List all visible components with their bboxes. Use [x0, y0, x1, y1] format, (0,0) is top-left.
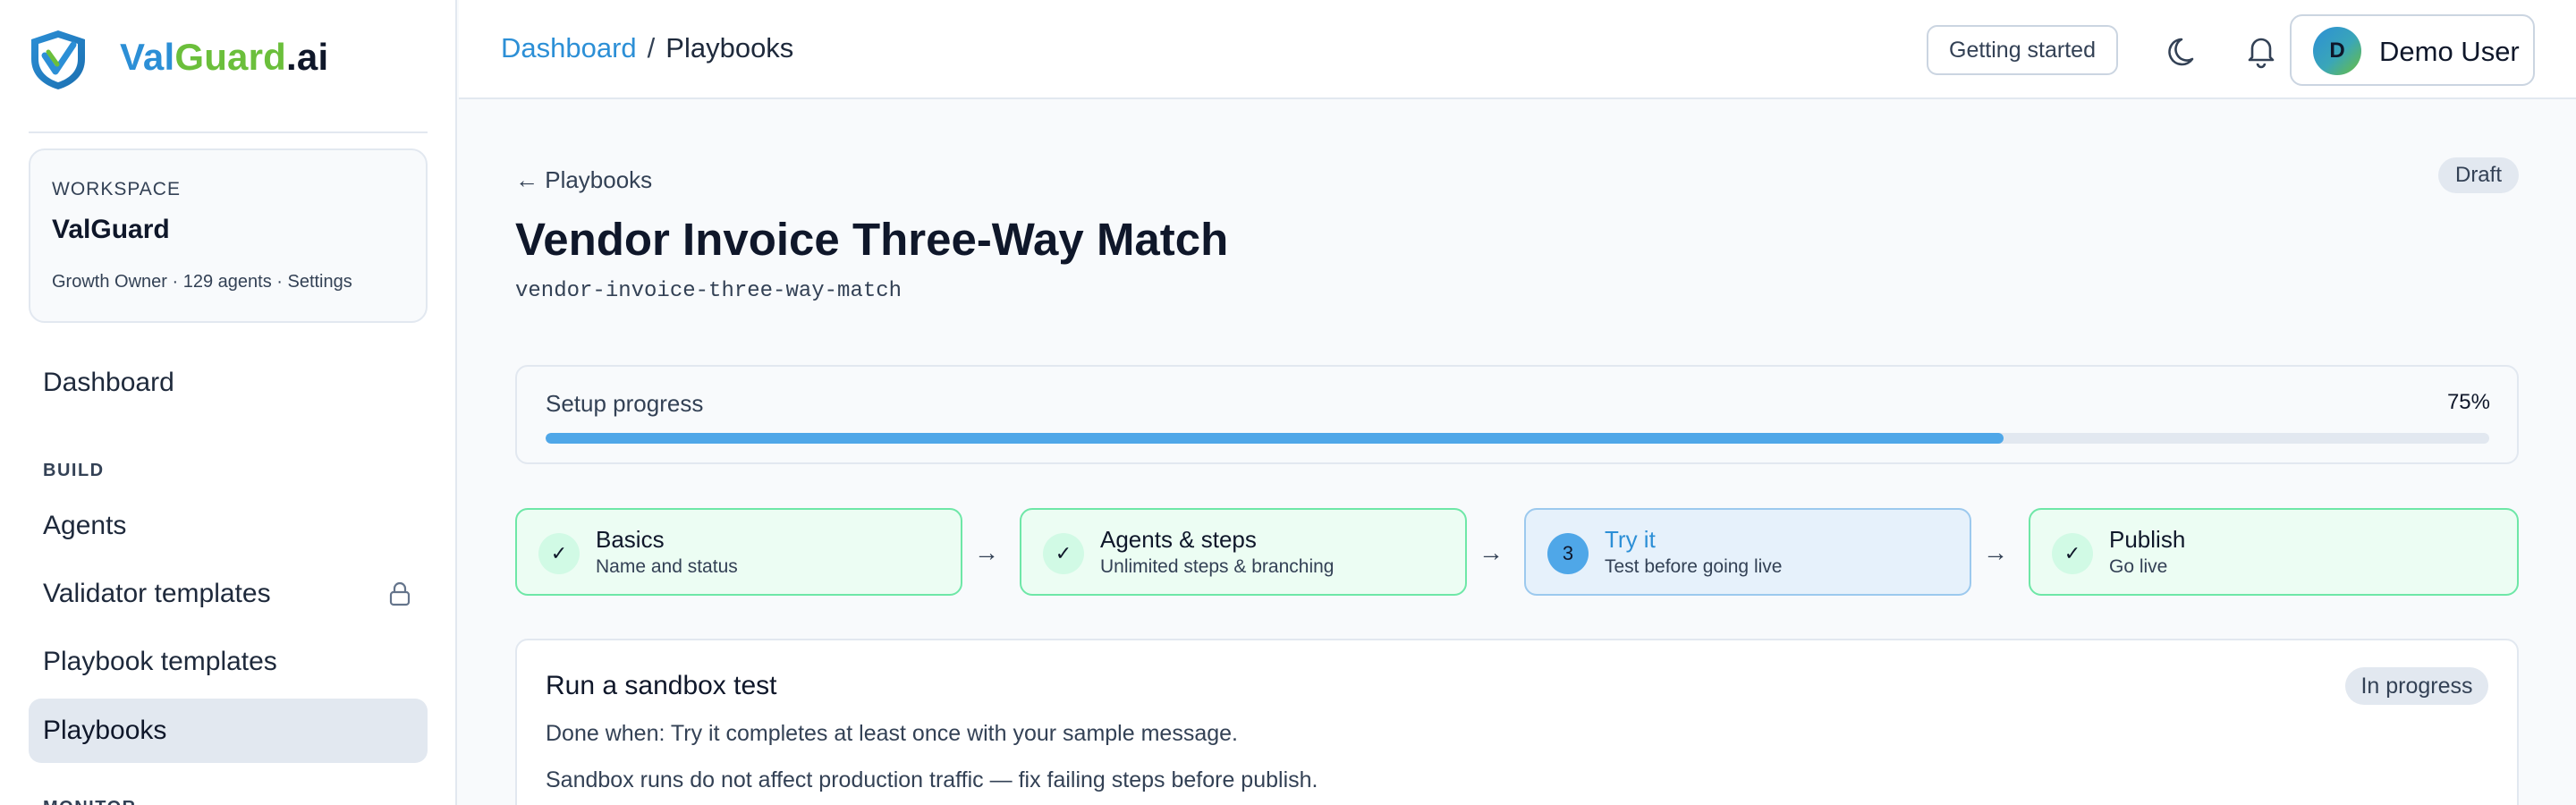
arrow-right-icon: → [1983, 538, 2008, 566]
nav-section-monitor: MONITOR [43, 798, 137, 805]
page-title: Vendor Invoice Three-Way Match [515, 214, 1229, 265]
moon-icon[interactable] [2164, 30, 2203, 70]
step-subtitle: Test before going live [1605, 556, 1783, 577]
step-number: 3 [1547, 533, 1589, 574]
sidebar-item-validator-templates[interactable]: Validator templates [29, 562, 428, 626]
lock-icon [389, 581, 411, 606]
progress-bar [546, 433, 2489, 444]
breadcrumb-current: Playbooks [665, 32, 794, 64]
nav-section-build: BUILD [43, 461, 105, 480]
sidebar-item-playbooks[interactable]: Playbooks [29, 699, 428, 763]
meta-separator: · [271, 272, 288, 292]
step-title: Publish [2109, 526, 2186, 553]
step-basics[interactable]: ✓ Basics Name and status [515, 508, 962, 596]
progress-percent: 75% [2446, 390, 2490, 414]
meta-separator: · [166, 272, 183, 292]
sidebar-item-playbook-templates[interactable]: Playbook templates [29, 630, 428, 694]
step-subtitle: Go live [2109, 556, 2168, 577]
progress-bar-fill [546, 433, 2004, 444]
step-subtitle: Unlimited steps & branching [1100, 556, 1335, 577]
playbook-slug: vendor-invoice-three-way-match [515, 279, 902, 303]
step-subtitle: Name and status [596, 556, 738, 577]
workspace-agents-count: 129 agents [182, 272, 272, 292]
sandbox-test-card: Run a sandbox test In progress Done when… [515, 639, 2519, 805]
sidebar: ValGuard.ai WORKSPACE ValGuard Growth Ow… [0, 0, 457, 805]
breadcrumb-separator: / [647, 32, 656, 64]
sidebar-item-label: Validator templates [43, 579, 271, 608]
task-title: Run a sandbox test [546, 671, 777, 700]
avatar: D [2313, 27, 2361, 75]
workspace-settings-link[interactable]: Settings [287, 272, 352, 292]
step-try-it[interactable]: 3 Try it Test before going live [1524, 508, 1971, 596]
shield-check-logo-icon [31, 30, 85, 89]
status-badge: In progress [2345, 667, 2488, 705]
brand-name: ValGuard.ai [120, 36, 329, 78]
topbar: Dashboard / Playbooks Getting started D De… [459, 0, 2576, 99]
sidebar-item-label: Agents [43, 511, 127, 540]
getting-started-button[interactable]: Getting started [1927, 25, 2118, 75]
step-title: Try it [1605, 526, 1656, 553]
sidebar-item-label: Playbook templates [43, 647, 277, 676]
sidebar-item-agents[interactable]: Agents [29, 494, 428, 558]
workspace-plan: Growth Owner [52, 272, 167, 292]
arrow-right-icon: → [1479, 538, 1504, 566]
progress-label: Setup progress [546, 390, 704, 417]
back-to-playbooks-link[interactable]: ← Playbooks [515, 166, 652, 194]
task-done-when: Done when: Try it completes at least onc… [546, 721, 1238, 746]
check-icon: ✓ [1043, 533, 1084, 574]
setup-progress-card: Setup progress 75% [515, 365, 2519, 464]
workspace-card[interactable]: WORKSPACE ValGuard Growth Owner · 129 ag… [29, 148, 428, 323]
step-title: Agents & steps [1100, 526, 1257, 553]
check-icon: ✓ [2052, 533, 2093, 574]
workspace-meta: Growth Owner · 129 agents · Settings [52, 272, 352, 292]
breadcrumb-dashboard-link[interactable]: Dashboard [501, 32, 637, 64]
status-badge: Draft [2438, 157, 2519, 193]
arrow-right-icon: → [974, 538, 999, 566]
breadcrumb: Dashboard / Playbooks [501, 32, 793, 64]
workspace-name: ValGuard [52, 215, 170, 244]
workspace-label: WORKSPACE [52, 179, 181, 199]
sidebar-item-dashboard[interactable]: Dashboard [29, 351, 428, 415]
check-icon: ✓ [538, 533, 580, 574]
step-title: Basics [596, 526, 665, 553]
step-agents-and-steps[interactable]: ✓ Agents & steps Unlimited steps & branc… [1020, 508, 1467, 596]
task-note: Sandbox runs do not affect production tr… [546, 767, 1318, 792]
divider [29, 131, 428, 133]
step-publish[interactable]: ✓ Publish Go live [2029, 508, 2519, 596]
bell-icon[interactable] [2241, 30, 2281, 70]
user-name: Demo User [2379, 36, 2520, 67]
sidebar-item-label: Playbooks [43, 716, 167, 745]
user-menu-button[interactable]: D Demo User [2290, 14, 2535, 86]
brand-logo[interactable]: ValGuard.ai [29, 29, 328, 91]
